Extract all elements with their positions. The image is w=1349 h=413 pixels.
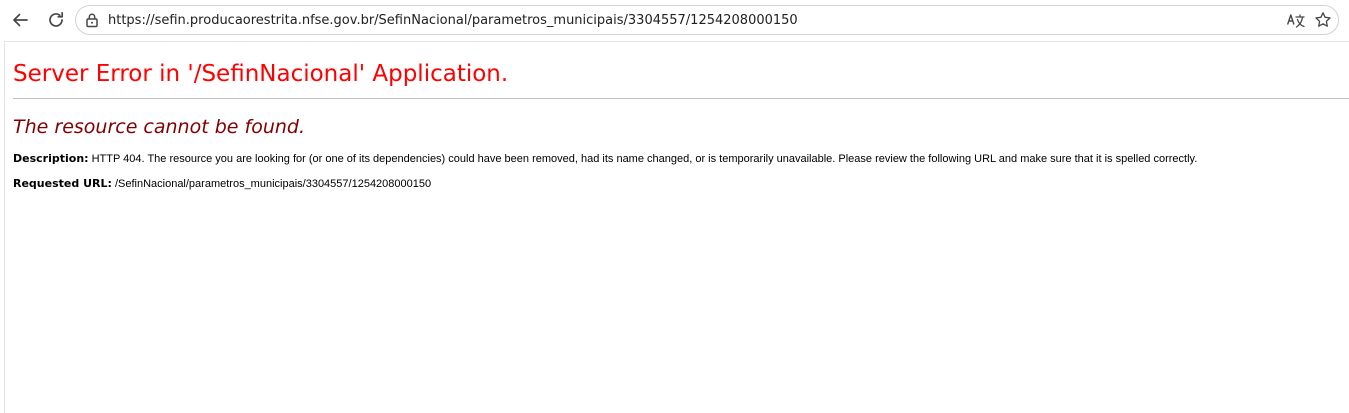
lock-icon[interactable] <box>84 12 100 28</box>
description-text: HTTP 404. The resource you are looking f… <box>88 153 1198 165</box>
error-description: Description: HTTP 404. The resource you … <box>13 152 1349 166</box>
requested-url-value: /SefinNacional/parametros_municipais/330… <box>111 178 432 190</box>
page-viewport: Server Error in '/SefinNacional' Applica… <box>4 41 1349 413</box>
back-button[interactable] <box>6 6 34 34</box>
requested-url-label: Requested URL: <box>13 177 112 190</box>
requested-url: Requested URL: /SefinNacional/parametros… <box>13 177 1349 191</box>
translate-icon[interactable] <box>1286 11 1306 29</box>
reload-icon <box>49 11 64 27</box>
address-bar[interactable]: https://sefin.producaorestrita.nfse.gov.… <box>75 5 1339 35</box>
description-label: Description: <box>13 152 89 165</box>
browser-toolbar: https://sefin.producaorestrita.nfse.gov.… <box>0 0 1349 41</box>
star-icon[interactable] <box>1314 11 1332 29</box>
error-subtitle: The resource cannot be found. <box>13 116 306 138</box>
reload-button[interactable] <box>42 6 70 34</box>
title-divider <box>13 98 1349 99</box>
page-content: Server Error in '/SefinNacional' Applica… <box>13 59 1349 191</box>
address-url[interactable]: https://sefin.producaorestrita.nfse.gov.… <box>108 12 798 29</box>
page-title: Server Error in '/SefinNacional' Applica… <box>13 61 509 87</box>
arrow-left-icon <box>13 13 28 27</box>
